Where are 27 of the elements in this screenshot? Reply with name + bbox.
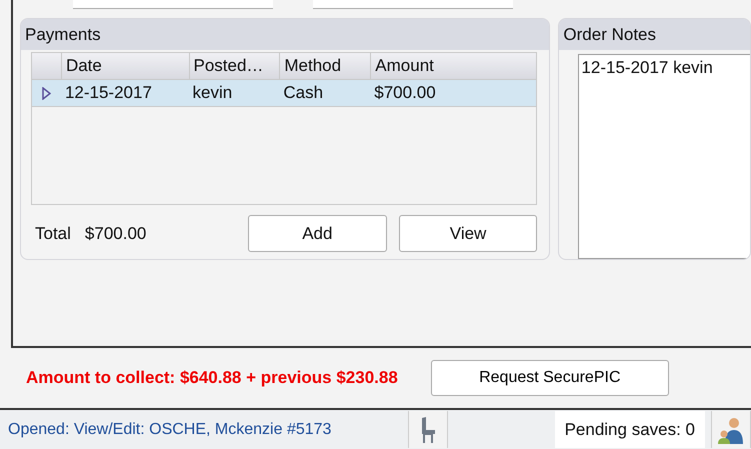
notes-field[interactable]: 12-15-2017 kevin [578,54,750,259]
table-cell-text: $700.00 [373,82,437,104]
user-icon [717,416,745,444]
total-value: $700.00 [84,224,148,244]
input-field[interactable] [73,0,273,9]
column-header[interactable]: Amount [370,53,536,79]
table-cell-text: 12-15-2017 [64,82,153,104]
column-header[interactable]: Date [60,53,188,79]
total-label: Total [35,224,71,244]
opened-status: Opened: View/Edit: OSCHE, Mckenzie #5173 [7,420,332,438]
panel-title: Order Notes [559,19,750,50]
view-button[interactable]: View [398,215,538,252]
chair-icon [419,416,437,444]
table-cell-text: kevin [192,82,234,104]
request-securepic-button[interactable]: Request SecurePIC [430,360,669,396]
pending-saves: Pending saves: 0 [554,411,705,448]
table-cell-text: Cash [282,82,324,104]
input-field[interactable] [313,0,513,9]
row-pointer-icon [42,86,51,100]
amount-message: Amount to collect: $640.88 + previous $230.88 [26,368,398,388]
column-header[interactable]: Method [279,53,370,79]
column-header[interactable]: Posted… [188,53,280,79]
toolbar-button[interactable] [711,411,751,448]
add-button[interactable]: Add [248,215,387,252]
panel-title: Payments [21,19,550,50]
payment-row[interactable]: 12-15-2017 kevin Cash $700.00 [32,80,536,107]
toolbar-button[interactable] [408,411,448,448]
